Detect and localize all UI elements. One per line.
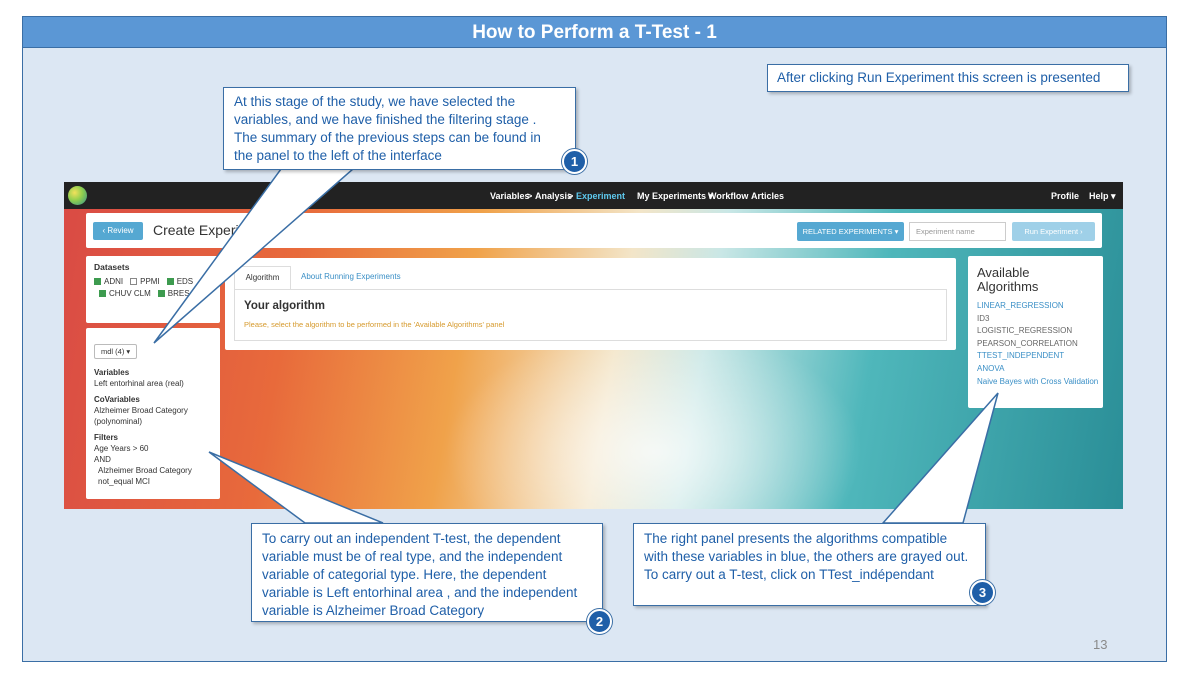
algorithm-panel: Algorithm About Running Experiments Your… <box>225 258 956 350</box>
app-navbar: Variables > Analysis > Experiment My Exp… <box>64 182 1123 209</box>
nav-experiment[interactable]: Experiment <box>576 191 625 201</box>
step-1-badge: 1 <box>562 149 587 174</box>
algorithm-id3: ID3 <box>977 313 990 323</box>
callout-line: variable of categorial type. Here, the d… <box>262 567 547 582</box>
algorithm-logistic-regression: LOGISTIC_REGRESSION <box>977 326 1073 336</box>
filter-item: not_equal MCI <box>98 477 151 486</box>
nav-my-experiments[interactable]: My Experiments ▾ <box>637 191 713 202</box>
callout-1: At this stage of the study, we have sele… <box>223 87 576 170</box>
tab-about-running-experiments[interactable]: About Running Experiments <box>301 266 401 290</box>
algorithm-ttest-independent[interactable]: TTEST_INDEPENDENT <box>977 350 1094 363</box>
experiment-header: ‹ Review Create Experi RELATED EXPERIMEN… <box>86 213 1102 248</box>
algorithm-naive-bayes[interactable]: Naive Bayes with Cross Validation <box>977 376 1098 389</box>
your-algorithm-box: Your algorithm Please, select the algori… <box>234 289 947 341</box>
callout-line: variable is Alzheimer Broad Category <box>262 603 485 618</box>
callout-line: variable is Left entorhinal area , and t… <box>262 585 578 600</box>
filters-heading: Filters <box>94 433 119 442</box>
run-experiment-button[interactable]: Run Experiment › <box>1012 222 1095 241</box>
algorithm-instruction: Please, select the algorithm to be perfo… <box>244 320 505 329</box>
checkbox-ppmi[interactable] <box>130 278 138 285</box>
dataset-label: EDS <box>176 277 194 286</box>
callout-line: To carry out an independent T-test, the … <box>262 531 561 546</box>
model-dropdown[interactable]: mdl (4) ▾ <box>94 344 138 359</box>
app-screenshot: Variables > Analysis > Experiment My Exp… <box>64 182 1123 509</box>
dataset-label: ADNI <box>104 277 124 286</box>
checkbox-edsd[interactable] <box>166 278 174 285</box>
covariables-heading: CoVariables <box>94 395 140 404</box>
top-note: After clicking Run Experiment this scree… <box>767 64 1129 92</box>
available-title-line: Algorithms <box>977 279 1039 294</box>
callout-line: with these variables in blue, the others… <box>644 549 969 564</box>
available-algorithms-panel: Available Algorithms LINEAR_REGRESSION I… <box>968 256 1103 408</box>
callout-line: the panel to the left of the interface <box>234 148 442 163</box>
callout-line: variable must be of real type, and the i… <box>262 549 563 564</box>
available-title-line: Available <box>977 265 1030 280</box>
variables-heading: Variables <box>94 368 130 377</box>
filter-operator: AND <box>94 455 111 464</box>
dataset-label: BRES <box>167 289 190 298</box>
related-experiments-button[interactable]: RELATED EXPERIMENTS ▾ <box>797 222 904 241</box>
callout-3: The right panel presents the algorithms … <box>633 523 986 606</box>
callout-2: To carry out an independent T-test, the … <box>251 523 603 622</box>
dataset-label: CHUV CLM <box>109 289 151 298</box>
checkbox-chuv-clm[interactable] <box>99 290 106 297</box>
algorithm-linear-regression[interactable]: LINEAR_REGRESSION <box>977 300 1094 313</box>
background-glow <box>444 322 864 509</box>
nav-profile[interactable]: Profile <box>1051 191 1079 201</box>
review-button[interactable]: ‹ Review <box>93 222 143 240</box>
nav-separator: > <box>527 191 533 201</box>
experiment-name-input[interactable]: Experiment name <box>909 222 1006 241</box>
callout-line: variables, and we have finished the filt… <box>234 112 537 127</box>
covariables-type: (polynominal) <box>94 417 143 426</box>
checkbox-brescia[interactable] <box>157 290 165 297</box>
page-title: Create Experi <box>153 222 239 238</box>
step-3-badge: 3 <box>970 580 995 605</box>
page-number: 13 <box>1093 637 1108 652</box>
nav-analysis[interactable]: Analysis <box>535 191 572 201</box>
summary-panel: mdl (4) ▾ Variables Left entorhinal area… <box>86 328 220 499</box>
variables-value: Left entorhinal area (real) <box>94 379 184 388</box>
callout-line: The summary of the previous steps can be… <box>234 130 541 145</box>
step-2-badge: 2 <box>587 609 612 634</box>
checkbox-adni[interactable] <box>94 278 101 285</box>
your-algorithm-title: Your algorithm <box>244 300 325 312</box>
filter-item: Alzheimer Broad Category <box>98 466 192 475</box>
algorithm-anova[interactable]: ANOVA <box>977 363 1094 376</box>
filter-item: Age Years > 60 <box>94 444 149 453</box>
datasets-title: Datasets <box>94 262 130 272</box>
tab-algorithm[interactable]: Algorithm <box>234 266 291 290</box>
nav-workflow[interactable]: Workflow <box>708 191 748 201</box>
slide: How to Perform a T-Test - 1 After clicki… <box>22 16 1167 662</box>
nav-variables[interactable]: Variables <box>490 191 530 201</box>
nav-help[interactable]: Help ▾ <box>1089 191 1116 202</box>
callout-line: To carry out a T-test, click on TTest_in… <box>644 567 934 582</box>
dataset-label: PPMI <box>140 277 160 286</box>
mip-logo-icon <box>68 186 87 205</box>
nav-articles[interactable]: Articles <box>751 191 784 201</box>
nav-separator: > <box>568 191 574 201</box>
slide-title: How to Perform a T-Test - 1 <box>23 17 1166 48</box>
algorithm-pearson-correlation: PEARSON_CORRELATION <box>977 338 1078 348</box>
covariables-value: Alzheimer Broad Category <box>94 406 188 415</box>
callout-line: At this stage of the study, we have sele… <box>234 94 516 109</box>
callout-line: The right panel presents the algorithms … <box>644 531 948 546</box>
datasets-panel: Datasets ADNI PPMI EDS CHUV CLM BRES <box>86 256 220 323</box>
available-algorithms-title: Available Algorithms <box>977 266 1094 294</box>
